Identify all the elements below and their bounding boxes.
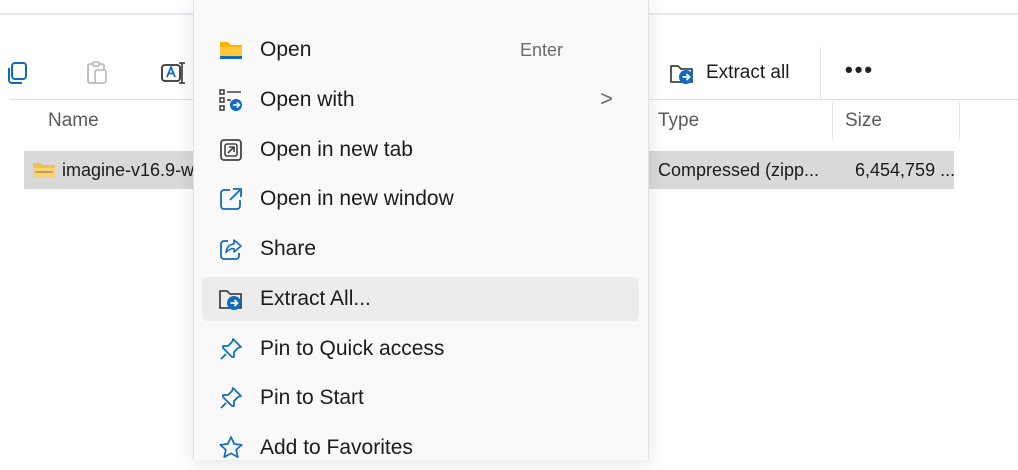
toolbar-divider xyxy=(820,47,821,99)
more-options-button[interactable]: ••• xyxy=(845,57,874,83)
menu-item-add-to-favorites[interactable]: Add to Favorites xyxy=(202,426,639,470)
extract-icon xyxy=(670,65,693,84)
column-header-type[interactable]: Type xyxy=(658,110,699,132)
menu-item-open-in-new-tab[interactable]: Open in new tab xyxy=(202,128,639,172)
pin-icon xyxy=(220,387,242,409)
menu-item-label: Extract All... xyxy=(260,287,371,310)
menu-item-open-in-new-window[interactable]: Open in new window xyxy=(202,177,639,221)
menu-item-label: Share xyxy=(260,237,317,260)
new-tab-icon xyxy=(220,139,242,161)
menu-item-shortcut: Enter xyxy=(519,40,563,60)
copy-icon[interactable] xyxy=(4,60,30,86)
column-header-size[interactable]: Size xyxy=(845,110,882,132)
open-with-icon xyxy=(219,89,242,111)
extract-all-label: Extract all xyxy=(706,62,790,83)
share-icon xyxy=(220,239,242,260)
context-menu: Open Enter Open with > Open in new tab O… xyxy=(193,0,649,460)
menu-item-extract-all[interactable]: Extract All... xyxy=(202,277,639,321)
menu-item-label: Open with xyxy=(260,88,355,111)
pin-icon xyxy=(220,338,242,360)
star-icon xyxy=(219,436,243,459)
column-header-name[interactable]: Name xyxy=(48,110,99,132)
extract-all-button[interactable]: Extract all xyxy=(668,55,789,91)
menu-item-label: Pin to Quick access xyxy=(260,337,445,360)
rename-icon[interactable] xyxy=(160,60,186,86)
paste-icon[interactable] xyxy=(84,60,110,86)
menu-item-label: Open in new window xyxy=(260,187,454,210)
menu-item-open-with[interactable]: Open with > xyxy=(202,78,639,122)
menu-item-label: Pin to Start xyxy=(260,386,364,409)
menu-item-label: Open in new tab xyxy=(260,138,413,161)
chevron-right-icon: > xyxy=(600,86,613,111)
file-type: Compressed (zipp... xyxy=(658,160,820,180)
column-separator[interactable] xyxy=(959,102,960,140)
new-window-icon xyxy=(220,188,242,210)
menu-item-open[interactable]: Open Enter xyxy=(202,28,639,72)
extract-icon xyxy=(219,290,242,310)
file-name[interactable]: imagine-v16.9-w xyxy=(62,160,194,181)
menu-item-label: Open xyxy=(260,38,312,61)
menu-item-label: Add to Favorites xyxy=(260,436,413,459)
folder-icon xyxy=(220,42,242,59)
column-separator[interactable] xyxy=(832,102,833,140)
zip-folder-icon xyxy=(33,163,55,178)
menu-item-pin-to-quick-access[interactable]: Pin to Quick access xyxy=(202,327,639,371)
file-size: 6,454,759 ... xyxy=(855,160,956,180)
menu-item-share[interactable]: Share xyxy=(202,227,639,271)
menu-item-pin-to-start[interactable]: Pin to Start xyxy=(202,376,639,420)
